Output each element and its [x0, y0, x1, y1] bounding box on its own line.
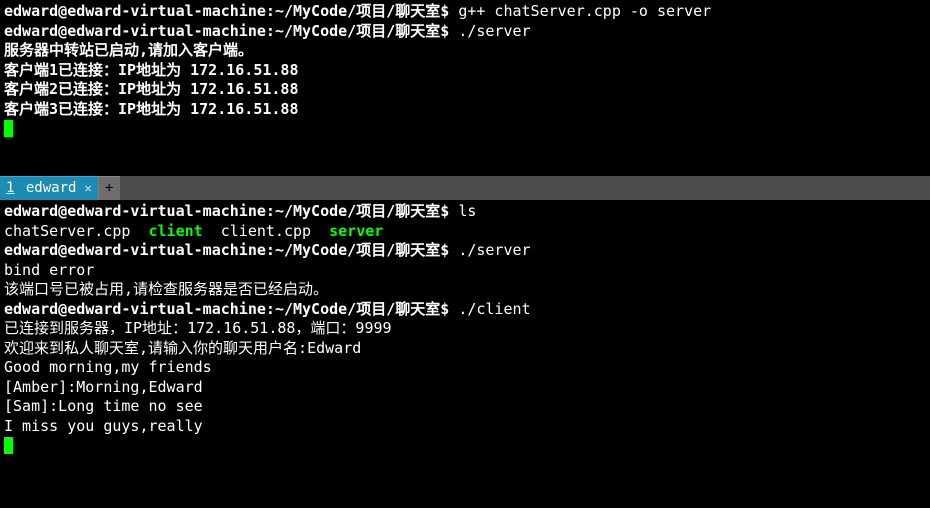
- prompt-dollar: $: [440, 202, 449, 220]
- prompt-path: ~/MyCode/项目/聊天室: [275, 2, 440, 20]
- add-tab-button[interactable]: +: [98, 176, 120, 200]
- prompt-sep: :: [266, 300, 275, 318]
- prompt-path: ~/MyCode/项目/聊天室: [275, 241, 440, 259]
- prompt-dollar: $: [440, 22, 449, 40]
- output-line: bind error: [4, 261, 926, 281]
- prompt-line: edward@edward-virtual-machine:~/MyCode/项…: [4, 241, 926, 261]
- output-line: 欢迎来到私人聊天室,请输入你的聊天用户名:Edward: [4, 339, 926, 359]
- command-text: g++ chatServer.cpp -o server: [458, 2, 711, 20]
- ls-executable: server: [329, 222, 383, 240]
- output-line: 已连接到服务器，IP地址：172.16.51.88，端口：9999: [4, 319, 926, 339]
- output-line: I miss you guys,really: [4, 417, 926, 437]
- prompt-userhost: edward@edward-virtual-machine: [4, 300, 266, 318]
- plus-icon: +: [105, 179, 113, 197]
- prompt-line: edward@edward-virtual-machine:~/MyCode/项…: [4, 300, 926, 320]
- prompt-path: ~/MyCode/项目/聊天室: [275, 202, 440, 220]
- tab-bar: 1 edward ✕ +: [0, 176, 930, 200]
- prompt-dollar: $: [440, 2, 449, 20]
- command-text: ./server: [458, 241, 530, 259]
- output-line: 服务器中转站已启动,请加入客户端。: [4, 41, 926, 61]
- prompt-userhost: edward@edward-virtual-machine: [4, 22, 266, 40]
- cursor-icon: [4, 120, 13, 137]
- output-line: Good morning,my friends: [4, 358, 926, 378]
- prompt-line: edward@edward-virtual-machine:~/MyCode/项…: [4, 202, 926, 222]
- tab-edward[interactable]: 1 edward ✕: [0, 176, 98, 200]
- tab-index: 1: [6, 180, 14, 196]
- ls-executable: client: [149, 222, 203, 240]
- command-text: ./server: [458, 22, 530, 40]
- output-line: 该端口号已被占用,请检查服务器是否已经启动。: [4, 280, 926, 300]
- terminal-pane-bottom[interactable]: edward@edward-virtual-machine:~/MyCode/项…: [0, 200, 930, 458]
- prompt-path: ~/MyCode/项目/聊天室: [275, 22, 440, 40]
- prompt-userhost: edward@edward-virtual-machine: [4, 241, 266, 259]
- prompt-path: ~/MyCode/项目/聊天室: [275, 300, 440, 318]
- prompt-dollar: $: [440, 241, 449, 259]
- user-input: Edward: [307, 339, 361, 357]
- command-text: ls: [458, 202, 476, 220]
- cursor-line: [4, 119, 926, 139]
- prompt-userhost: edward@edward-virtual-machine: [4, 2, 266, 20]
- output-prefix: 欢迎来到私人聊天室,请输入你的聊天用户名:: [4, 339, 307, 357]
- output-line: 客户端1已连接：IP地址为 172.16.51.88: [4, 61, 926, 81]
- tab-title: edward: [26, 180, 77, 196]
- terminal-pane-top[interactable]: edward@edward-virtual-machine:~/MyCode/项…: [0, 0, 930, 176]
- prompt-line: edward@edward-virtual-machine:~/MyCode/项…: [4, 22, 926, 42]
- prompt-userhost: edward@edward-virtual-machine: [4, 202, 266, 220]
- command-text: ./client: [458, 300, 530, 318]
- output-line: [Sam]:Long time no see: [4, 397, 926, 417]
- ls-file: chatServer.cpp: [4, 222, 130, 240]
- prompt-sep: :: [266, 202, 275, 220]
- output-line: [Amber]:Morning,Edward: [4, 378, 926, 398]
- cursor-line: [4, 436, 926, 456]
- ls-output: chatServer.cpp client client.cpp server: [4, 222, 926, 242]
- prompt-sep: :: [266, 241, 275, 259]
- ls-file: client.cpp: [221, 222, 311, 240]
- output-line: 客户端3已连接：IP地址为 172.16.51.88: [4, 100, 926, 120]
- prompt-line: edward@edward-virtual-machine:~/MyCode/项…: [4, 2, 926, 22]
- tab-label: 1 edward: [6, 179, 76, 197]
- output-line: 客户端2已连接：IP地址为 172.16.51.88: [4, 80, 926, 100]
- cursor-icon: [4, 437, 13, 454]
- prompt-dollar: $: [440, 300, 449, 318]
- prompt-sep: :: [266, 2, 275, 20]
- prompt-sep: :: [266, 22, 275, 40]
- close-icon[interactable]: ✕: [84, 181, 91, 197]
